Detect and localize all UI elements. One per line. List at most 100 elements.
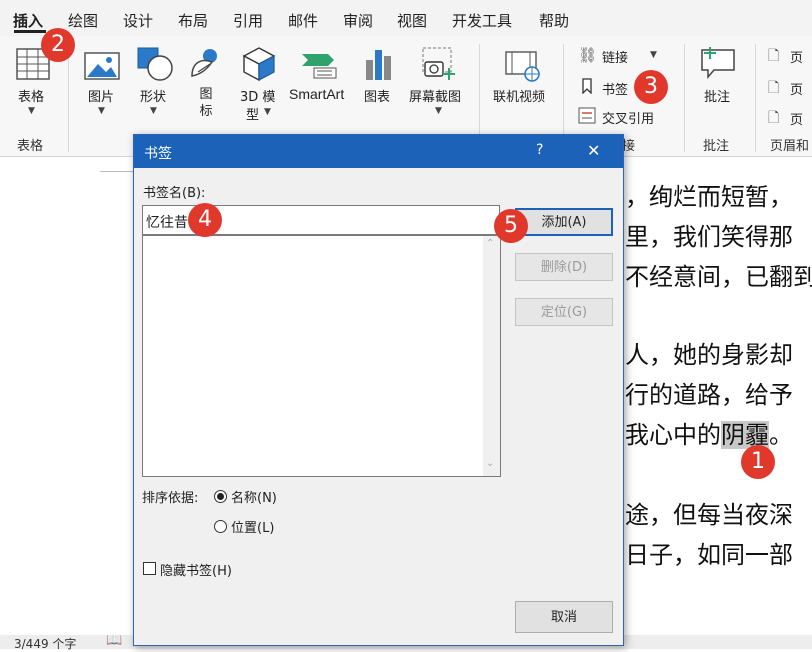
tab-mailings[interactable]: 邮件 (288, 10, 318, 31)
page-number-label: 页 (790, 113, 804, 128)
link-button-label: 链接 (602, 51, 629, 66)
doc-text: 我心中的 (625, 421, 721, 449)
divider (68, 44, 69, 152)
online-video-icon (505, 51, 540, 82)
group-label-header-footer: 页眉和 (770, 139, 810, 154)
smartart-button[interactable]: SmartArt (287, 46, 351, 128)
doc-line: 我心中的阴霾。 (625, 415, 793, 450)
tab-design[interactable]: 设计 (123, 10, 153, 31)
active-tab-indicator (14, 30, 46, 33)
icons-button-label: 图标 (199, 87, 213, 119)
doc-line: 里，我们笑得那 (625, 223, 793, 251)
scroll-up-icon[interactable]: ⌃ (486, 238, 494, 249)
sort-by-label: 排序依据: (142, 491, 199, 506)
doc-line: 不经意间，已翻到 (625, 263, 812, 291)
chevron-down-icon: ▼ (435, 106, 442, 116)
footer-button-label: 页 (790, 83, 804, 98)
link-icon: ⛓ (578, 46, 598, 64)
cross-reference-icon (578, 107, 596, 124)
header-button[interactable]: 🗋 页 (768, 45, 812, 66)
picture-button[interactable]: 图片 ▼ (80, 46, 124, 128)
screenshot-button-label: 屏幕截图 (409, 90, 462, 105)
chevron-down-icon: ▼ (264, 107, 271, 117)
sort-by-location-radio[interactable] (214, 520, 227, 533)
cross-reference-button[interactable]: 交叉引用 (576, 106, 672, 127)
page-number-icon: 🗋 (768, 110, 780, 126)
sort-by-location-label[interactable]: 位置(L) (231, 517, 274, 536)
chevron-down-icon: ▼ (650, 50, 657, 60)
delete-button[interactable]: 删除(D) (515, 253, 613, 281)
comment-icon (701, 47, 735, 80)
header-button-label: 页 (790, 51, 804, 66)
tab-view[interactable]: 视图 (397, 10, 427, 31)
shapes-icon (137, 47, 173, 81)
scroll-down-icon[interactable]: ⌄ (486, 458, 494, 469)
scrollbar[interactable]: ⌃ ⌄ (483, 236, 500, 476)
chart-button-label: 图表 (364, 90, 391, 105)
3d-model-label-line2: 型 (246, 108, 260, 123)
help-button[interactable]: ? (536, 142, 543, 158)
tab-help[interactable]: 帮助 (539, 10, 569, 31)
doc-line: 人，她的身影却 (625, 341, 793, 369)
close-button[interactable]: ✕ (587, 141, 600, 160)
3d-model-label-line1: 3D 模 (240, 90, 276, 105)
sort-by-name-label[interactable]: 名称(N) (231, 487, 277, 506)
hidden-bookmarks-checkbox[interactable] (143, 562, 156, 575)
chevron-down-icon: ▼ (98, 106, 105, 116)
goto-button[interactable]: 定位(G) (515, 298, 613, 326)
bookmark-name-label: 书签名(B): (143, 186, 206, 201)
tab-draw[interactable]: 绘图 (68, 10, 98, 31)
tab-references[interactable]: 引用 (233, 10, 263, 31)
doc-line: 日子，如同一部 (625, 541, 793, 569)
ribbon-tab-bar: 插入 绘图 设计 布局 引用 邮件 审阅 视图 开发工具 帮助 (0, 0, 812, 36)
add-button[interactable]: 添加(A) (515, 208, 613, 236)
bookmark-list[interactable]: ⌃ ⌄ (142, 235, 501, 477)
word-count[interactable]: 3/449 个字 (14, 635, 76, 652)
icons-icon (191, 49, 217, 77)
tab-insert[interactable]: 插入 (13, 10, 43, 31)
book-icon[interactable]: 📖 (106, 633, 122, 648)
group-label-comments: 批注 (703, 139, 730, 154)
step-badge-3: 3 (634, 70, 668, 104)
chevron-down-icon: ▼ (28, 106, 35, 116)
screenshot-icon (422, 47, 455, 80)
chevron-down-icon: ▼ (150, 106, 157, 116)
tab-developer[interactable]: 开发工具 (452, 10, 512, 31)
comment-button[interactable]: 批注 (696, 46, 740, 128)
online-video-button[interactable]: 联机视频 (490, 46, 556, 128)
doc-text: 。 (769, 421, 793, 449)
smartart-button-label: SmartArt (289, 86, 345, 102)
doc-line: 途，但每当夜深 (625, 501, 793, 529)
chart-button[interactable]: 图表 (359, 46, 399, 128)
tab-layout[interactable]: 布局 (178, 10, 208, 31)
picture-icon (84, 52, 120, 80)
shapes-button[interactable]: 形状 ▼ (132, 46, 176, 128)
doc-line: 行的道路，给予 (625, 381, 793, 409)
dialog-title: 书签 (144, 146, 172, 162)
dialog-title-bar: 书签 ? ✕ (134, 135, 623, 168)
step-badge-2: 2 (41, 28, 75, 62)
3d-model-button[interactable]: 3D 模 型 ▼ (236, 46, 282, 128)
cancel-button[interactable]: 取消 (515, 601, 613, 633)
group-label-table: 表格 (17, 139, 44, 154)
shapes-button-label: 形状 (140, 90, 167, 105)
step-badge-5: 5 (494, 209, 528, 243)
table-button-label: 表格 (18, 90, 45, 105)
divider (684, 44, 685, 152)
smartart-icon (302, 54, 337, 79)
tab-review[interactable]: 审阅 (343, 10, 373, 31)
online-video-label: 联机视频 (493, 90, 546, 105)
bookmark-name-value: 忆往昔 (146, 215, 188, 231)
bookmark-icon (582, 78, 592, 94)
bookmark-button-label: 书签 (602, 83, 629, 98)
picture-button-label: 图片 (88, 90, 115, 105)
page-number-button[interactable]: 🗋 页 (768, 107, 812, 128)
hidden-bookmarks-label[interactable]: 隐藏书签(H) (160, 560, 232, 579)
icons-button[interactable]: 图标 (186, 46, 226, 128)
sort-by-name-radio[interactable] (214, 490, 227, 503)
link-button[interactable]: ⛓ 链接 ▼ (576, 45, 662, 66)
screenshot-button[interactable]: 屏幕截图 ▼ (407, 46, 471, 128)
step-badge-4: 4 (188, 203, 222, 237)
chart-icon (366, 50, 391, 80)
footer-button[interactable]: 🗋 页 (768, 77, 812, 98)
